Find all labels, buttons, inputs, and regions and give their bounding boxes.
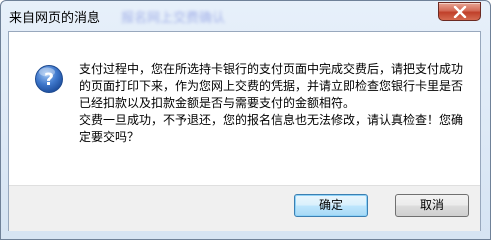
message-text: 支付过程中，您在所选持卡银行的支付页面中完成交费后，请把支付成功的页面打印下来，… — [79, 61, 471, 146]
ok-button[interactable]: 确定 — [294, 194, 368, 217]
dialog-body: ? 支付过程中，您在所选持卡银行的支付页面中完成交费后，请把支付成功的页面打印下… — [8, 31, 481, 231]
close-icon — [453, 6, 467, 18]
obscured-title-text: 报名网上交费确认 — [121, 11, 226, 26]
cancel-button[interactable]: 取消 — [395, 194, 469, 217]
svg-text:?: ? — [44, 70, 54, 90]
message-paragraph: 交费一旦成功，不予退还，您的报名信息也无法修改，请认真检查！您确定要交吗？ — [79, 113, 464, 144]
question-icon: ? — [35, 65, 63, 93]
message-paragraph: 支付过程中，您在所选持卡银行的支付页面中完成交费后，请把支付成功的页面打印下来，… — [79, 62, 464, 110]
title-bar[interactable]: 来自网页的消息 报名网上交费确认 — [1, 1, 490, 31]
close-button[interactable] — [438, 2, 481, 21]
dialog-window: 来自网页的消息 报名网上交费确认 ? 支付过程中，您在所选持卡银行的支付页面中完… — [0, 0, 491, 240]
dialog-title: 来自网页的消息 — [9, 11, 101, 26]
